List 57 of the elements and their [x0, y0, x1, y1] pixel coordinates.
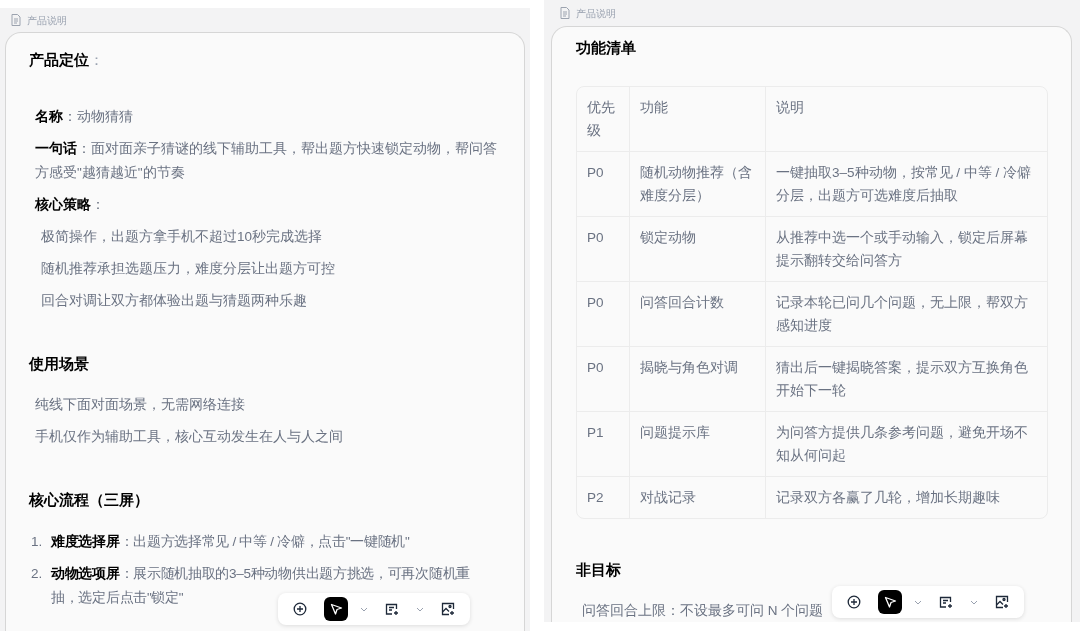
table-cell: P0 — [577, 281, 629, 347]
add-circle-icon — [847, 595, 861, 609]
document-icon — [560, 7, 570, 19]
table-cell: P0 — [577, 346, 629, 412]
table-cell: 猜出后一键揭晓答案，提示双方互换角色开始下一轮 — [765, 346, 1047, 412]
section-heading: 核心流程（三屏） — [29, 490, 150, 510]
caret-icon — [416, 606, 424, 612]
list-item-text: 难度选择屏：出题方选择常见 / 中等 / 冷僻，点击"一键随机" — [51, 533, 410, 549]
field-text: 核心策略： — [34, 195, 106, 214]
table-cell: 为问答方提供几条参考问题，避免开场不知从何问起 — [765, 411, 1047, 477]
cursor-icon — [329, 602, 343, 616]
caret-icon — [970, 599, 978, 605]
table-cell: 对战记录 — [629, 476, 765, 518]
column-header: 优先级 — [577, 86, 629, 152]
table-cell: 记录本轮已问几个问题，无上限，帮双方感知进度 — [765, 281, 1047, 347]
section-heading: 功能清单 — [576, 38, 637, 58]
table-cell: 从推荐中选一个或手动输入，锁定后屏幕提示翻转交给问答方 — [765, 216, 1047, 282]
section-heading: 产品定位： — [29, 50, 105, 70]
caret-icon — [914, 599, 922, 605]
body-text: 手机仅作为辅助工具，核心互动发生在人与人之间 — [35, 428, 343, 446]
section-heading: 非目标 — [576, 559, 622, 580]
section-heading: 使用场景 — [29, 353, 90, 374]
list-item-text: 动物选项屏：展示随机抽取的3–5种动物供出题方挑选，可再次随机重抽，选定后点击"锁定" — [51, 565, 470, 605]
bullet-text: 极简操作，出题方拿手机不超过10秒完成选择 — [40, 227, 324, 246]
body-text: 问答回合上限：不设最多可问 N 个问题 — [582, 602, 824, 620]
table-cell: P0 — [577, 151, 629, 217]
cursor-icon — [883, 595, 897, 609]
table-cell: 问题提示库 — [629, 411, 765, 477]
document-icon — [11, 14, 21, 26]
bullet-text: 回合对调让双方都体验出题与猜题两种乐趣 — [40, 291, 308, 310]
field-text: 一句话：面对面亲子猜谜的线下辅助工具，帮出题方快速锁定动物，帮问答方感受"越猜越近"的节奏 — [34, 139, 498, 182]
tool-button[interactable] — [324, 597, 348, 621]
image-add-icon — [441, 602, 455, 616]
body-text: 纯线下面对面场景，无需网络连接 — [35, 396, 245, 414]
document-tab-label: 产品说明 — [576, 6, 616, 21]
table-cell: 锁定动物 — [629, 216, 765, 282]
note-add-icon — [939, 595, 953, 609]
table-cell: 揭晓与角色对调 — [629, 346, 765, 412]
table-cell: 一键抽取3–5种动物，按常见 / 中等 / 冷僻分层，出题方可选难度后抽取 — [765, 151, 1047, 217]
table-cell: 问答回合计数 — [629, 281, 765, 347]
list-number: 2. — [31, 564, 44, 583]
table-cell: P1 — [577, 411, 629, 477]
document-tab-label: 产品说明 — [27, 13, 67, 28]
bullet-text: 随机推荐承担选题压力，难度分层让出题方可控 — [40, 259, 336, 278]
table-cell-text: P2 — [586, 488, 605, 507]
tool-button[interactable] — [878, 590, 902, 614]
field-text: 名称：动物猜猜 — [34, 107, 134, 126]
list-number: 1. — [31, 532, 44, 551]
image-add-icon — [995, 595, 1009, 609]
table-cell: 随机动物推荐（含难度分层） — [629, 151, 765, 217]
table-cell: P0 — [577, 216, 629, 282]
column-header: 功能 — [629, 86, 765, 152]
column-header: 说明 — [765, 86, 1047, 152]
caret-icon — [360, 606, 368, 612]
note-add-icon — [385, 602, 399, 616]
table-cell: 记录双方各赢了几轮，增加长期趣味 — [765, 476, 1047, 518]
add-circle-icon — [293, 602, 307, 616]
